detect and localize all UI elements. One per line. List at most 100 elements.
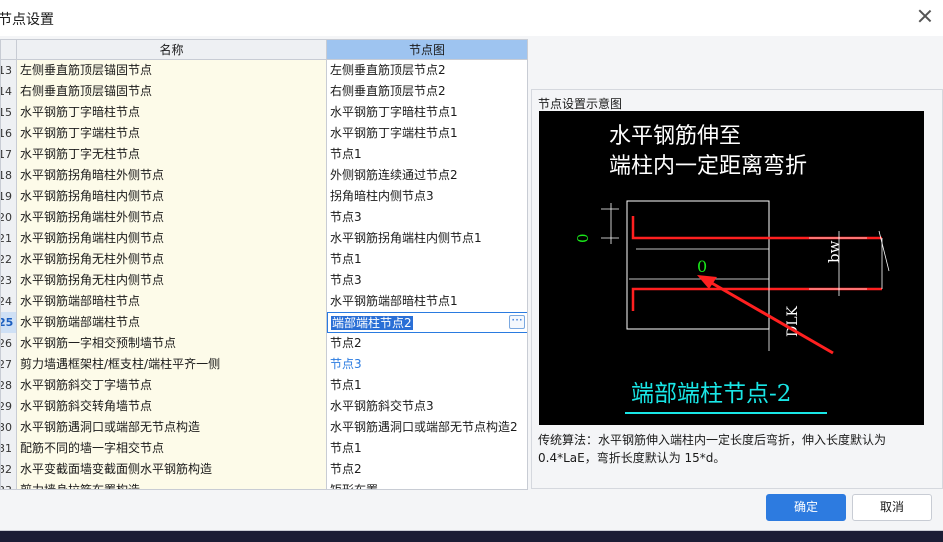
lower-rebar (631, 287, 882, 311)
diagram-caption-line2: 端柱内一定距离弯折 (609, 154, 807, 179)
table-row[interactable]: 18水平钢筋拐角暗柱外侧节点外侧钢筋连续通过节点2 (1, 165, 527, 186)
dialog-title: 节点设置 (0, 12, 54, 28)
node-diagram-cell[interactable]: 节点3 (327, 270, 527, 291)
node-diagram-cell[interactable]: 节点2 (327, 459, 527, 480)
row-number: 29 (1, 396, 17, 417)
node-name-cell: 水平钢筋遇洞口或端部无节点构造 (17, 417, 327, 438)
node-preview-panel: 节点设置示意图 水平钢筋伸至 端柱内一定距离弯折 0 0 bw DLK 端部端柱… (531, 89, 943, 489)
node-name-cell: 水平钢筋拐角端柱内侧节点 (17, 228, 327, 249)
row-number: 20 (1, 207, 17, 228)
node-diagram-cell[interactable]: 端部端柱节点2 ··· (327, 312, 527, 333)
row-number: 31 (1, 438, 17, 459)
node-diagram-cell[interactable]: 矩形布置 (327, 480, 527, 489)
table-row[interactable]: 30水平钢筋遇洞口或端部无节点构造水平钢筋遇洞口或端部无节点构造2 (1, 417, 527, 438)
ok-button[interactable]: 确定 (766, 494, 846, 521)
label-bw: bw (825, 240, 843, 263)
table-row[interactable]: 33剪力墙身拉筋布置构造矩形布置 (1, 480, 527, 489)
node-name-cell: 水平钢筋丁字暗柱节点 (17, 102, 327, 123)
node-name-cell: 水平钢筋丁字无柱节点 (17, 144, 327, 165)
table-row[interactable]: 19水平钢筋拐角暗柱内侧节点拐角暗柱内侧节点3 (1, 186, 527, 207)
node-diagram: 水平钢筋伸至 端柱内一定距离弯折 0 0 bw DLK 端部端柱节点-2 (539, 111, 924, 425)
column-header-node[interactable]: 节点图 (327, 40, 527, 60)
table-row[interactable]: 32水平变截面墙变截面侧水平钢筋构造节点2 (1, 459, 527, 480)
node-diagram-cell[interactable]: 节点1 (327, 438, 527, 459)
row-number: 27 (1, 354, 17, 375)
node-diagram-cell[interactable]: 节点1 (327, 249, 527, 270)
node-diagram-cell[interactable]: 水平钢筋端部暗柱节点1 (327, 291, 527, 312)
table-row[interactable]: 22水平钢筋拐角无柱外侧节点节点1 (1, 249, 527, 270)
table-row[interactable]: 17水平钢筋丁字无柱节点节点1 (1, 144, 527, 165)
annotation-arrow-head (697, 275, 717, 289)
node-name-cell: 水平钢筋拐角无柱内侧节点 (17, 270, 327, 291)
node-grid: 名称 节点图 13左侧垂直筋顶层锚固节点左侧垂直筋顶层节点214右侧垂直筋顶层锚… (0, 39, 528, 490)
node-diagram-cell[interactable]: 水平钢筋丁字端柱节点1 (327, 123, 527, 144)
upper-rebar (631, 216, 882, 240)
table-row[interactable]: 15水平钢筋丁字暗柱节点水平钢筋丁字暗柱节点1 (1, 102, 527, 123)
preview-title: 节点设置示意图 (538, 97, 623, 111)
row-number: 26 (1, 333, 17, 354)
title-bar: 节点设置 (0, 0, 943, 36)
node-diagram-cell[interactable]: 节点3 (327, 207, 527, 228)
node-diagram-cell[interactable]: 水平钢筋丁字暗柱节点1 (327, 102, 527, 123)
table-row[interactable]: 29水平钢筋斜交转角墙节点水平钢筋斜交节点3 (1, 396, 527, 417)
row-number: 28 (1, 375, 17, 396)
node-name-cell: 水平变截面墙变截面侧水平钢筋构造 (17, 459, 327, 480)
node-name-cell: 水平钢筋丁字端柱节点 (17, 123, 327, 144)
column-header-name[interactable]: 名称 (17, 40, 327, 60)
table-row[interactable]: 23水平钢筋拐角无柱内侧节点节点3 (1, 270, 527, 291)
node-settings-dialog: 节点设置 名称 节点图 13左侧垂直筋顶层锚固节点左侧垂直筋顶层节点214右侧垂… (0, 0, 943, 531)
cancel-button[interactable]: 取消 (852, 494, 932, 521)
row-number: 13 (1, 60, 17, 81)
row-number: 19 (1, 186, 17, 207)
node-diagram-cell[interactable]: 水平钢筋遇洞口或端部无节点构造2 (327, 417, 527, 438)
row-number: 16 (1, 123, 17, 144)
ellipsis-button[interactable]: ··· (509, 314, 525, 329)
node-diagram-cell[interactable]: 外侧钢筋连续通过节点2 (327, 165, 527, 186)
table-row[interactable]: 21水平钢筋拐角端柱内侧节点水平钢筋拐角端柱内侧节点1 (1, 228, 527, 249)
node-diagram-cell[interactable]: 水平钢筋拐角端柱内侧节点1 (327, 228, 527, 249)
table-row[interactable]: 13左侧垂直筋顶层锚固节点左侧垂直筋顶层节点2 (1, 60, 527, 81)
diagram-caption-line1: 水平钢筋伸至 (609, 124, 741, 149)
node-name-cell: 水平钢筋拐角端柱外侧节点 (17, 207, 327, 228)
row-number: 24 (1, 291, 17, 312)
row-number: 15 (1, 102, 17, 123)
grid-rows: 13左侧垂直筋顶层锚固节点左侧垂直筋顶层节点214右侧垂直筋顶层锚固节点右侧垂直… (1, 60, 527, 489)
node-diagram-cell[interactable]: 水平钢筋斜交节点3 (327, 396, 527, 417)
table-row[interactable]: 31配筋不同的墙一字相交节点节点1 (1, 438, 527, 459)
node-name-cell: 水平钢筋拐角暗柱外侧节点 (17, 165, 327, 186)
background-workspace (0, 531, 943, 542)
node-diagram-cell[interactable]: 右侧垂直筋顶层节点2 (327, 81, 527, 102)
node-name-cell: 左侧垂直筋顶层锚固节点 (17, 60, 327, 81)
row-number: 18 (1, 165, 17, 186)
node-name-cell: 水平钢筋斜交丁字墙节点 (17, 375, 327, 396)
close-icon[interactable] (917, 8, 933, 24)
node-diagram-cell[interactable]: 节点3 (327, 354, 527, 375)
table-row[interactable]: 25水平钢筋端部端柱节点端部端柱节点2 ··· (1, 312, 527, 333)
table-row[interactable]: 26水平钢筋一字相交预制墙节点节点2 (1, 333, 527, 354)
table-row[interactable]: 24水平钢筋端部暗柱节点水平钢筋端部暗柱节点1 (1, 291, 527, 312)
node-diagram-cell[interactable]: 左侧垂直筋顶层节点2 (327, 60, 527, 81)
node-diagram-cell[interactable]: 拐角暗柱内侧节点3 (327, 186, 527, 207)
table-row[interactable]: 14右侧垂直筋顶层锚固节点右侧垂直筋顶层节点2 (1, 81, 527, 102)
row-number: 30 (1, 417, 17, 438)
row-number: 33 (1, 480, 17, 489)
node-name-cell: 水平钢筋斜交转角墙节点 (17, 396, 327, 417)
row-number: 22 (1, 249, 17, 270)
table-row[interactable]: 16水平钢筋丁字端柱节点水平钢筋丁字端柱节点1 (1, 123, 527, 144)
node-diagram-cell[interactable]: 节点1 (327, 375, 527, 396)
node-name-cell: 剪力墙遇框架柱/框支柱/端柱平齐一侧 (17, 354, 327, 375)
node-name-cell: 剪力墙身拉筋布置构造 (17, 480, 327, 489)
row-number-header (1, 40, 17, 60)
grid-header: 名称 节点图 (1, 40, 527, 60)
row-number: 21 (1, 228, 17, 249)
node-diagram-cell-value[interactable]: 端部端柱节点2 (331, 316, 413, 330)
node-diagram-cell[interactable]: 节点2 (327, 333, 527, 354)
table-row[interactable]: 20水平钢筋拐角端柱外侧节点节点3 (1, 207, 527, 228)
table-row[interactable]: 28水平钢筋斜交丁字墙节点节点1 (1, 375, 527, 396)
table-row[interactable]: 27剪力墙遇框架柱/框支柱/端柱平齐一侧节点3 (1, 354, 527, 375)
row-number: 14 (1, 81, 17, 102)
row-number: 17 (1, 144, 17, 165)
node-diagram-cell[interactable]: 节点1 (327, 144, 527, 165)
node-name-cell: 右侧垂直筋顶层锚固节点 (17, 81, 327, 102)
node-diagram-svg: 水平钢筋伸至 端柱内一定距离弯折 0 0 bw DLK 端部端柱节点-2 (574, 124, 890, 414)
